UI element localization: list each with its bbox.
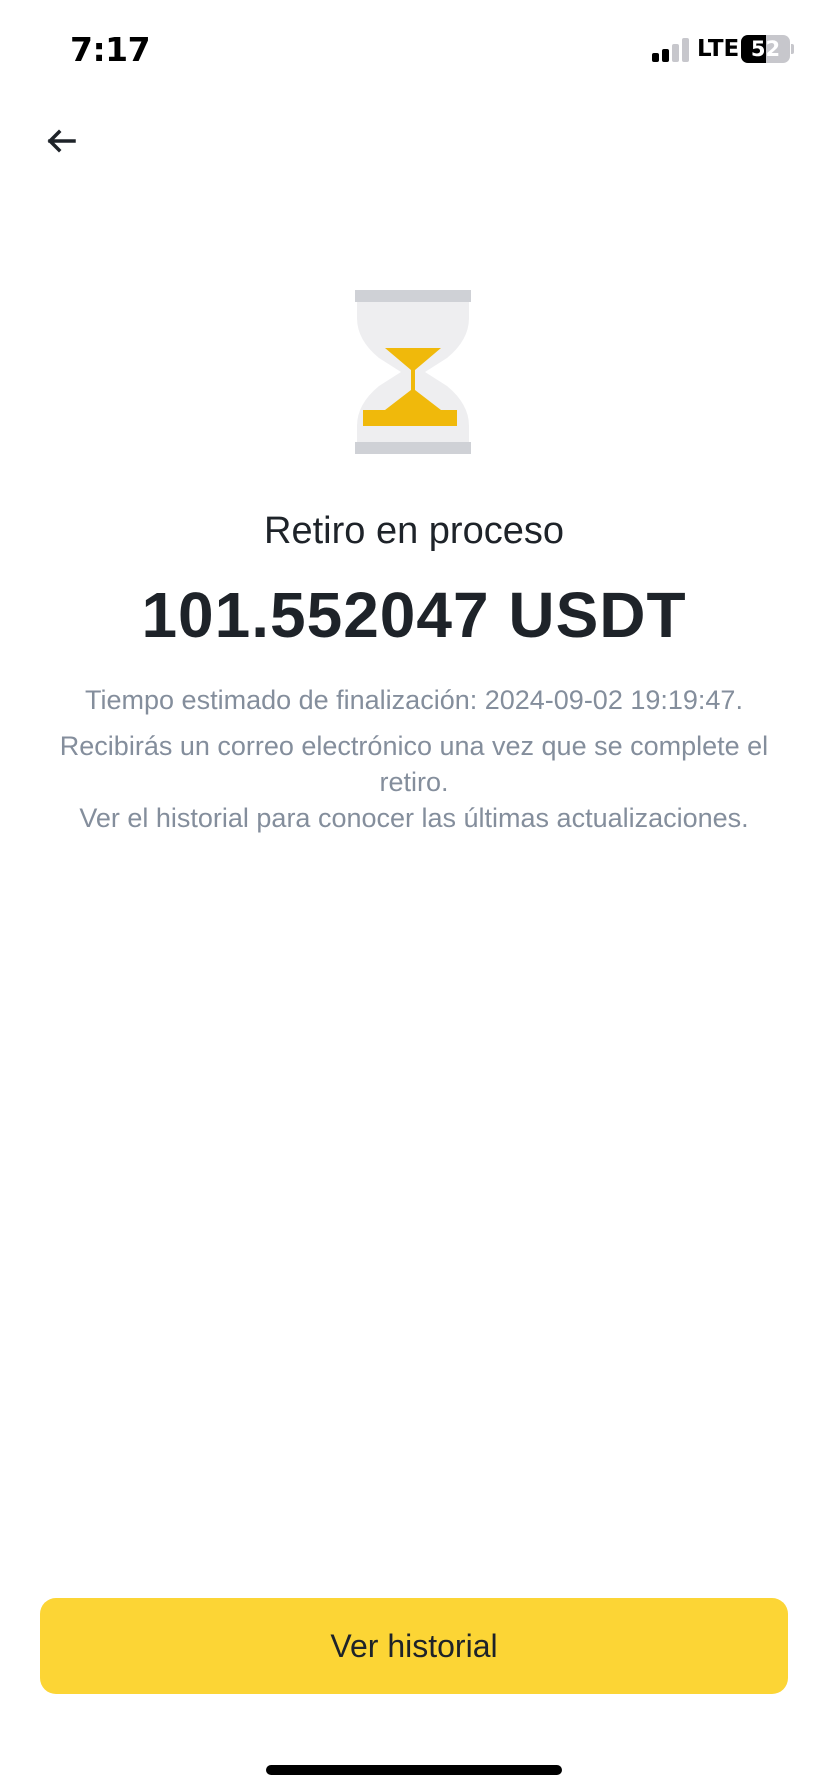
status-bar: 7:17 LTE 52 — [0, 0, 828, 100]
withdrawal-status-screen: 7:17 LTE 52 Retiro en proceso 101.552047… — [0, 0, 828, 1792]
arrow-left-icon — [47, 129, 76, 153]
home-indicator — [266, 1765, 562, 1775]
view-history-button[interactable]: Ver historial — [40, 1598, 788, 1694]
cellular-signal-icon — [652, 38, 690, 62]
hourglass-icon — [355, 290, 471, 454]
network-type: LTE — [697, 36, 740, 62]
info-text: Tiempo estimado de finalización: 2024-09… — [40, 682, 788, 836]
battery-icon: 52 — [741, 35, 790, 63]
withdrawal-amount: 101.552047 USDT — [141, 579, 687, 651]
email-notice: Recibirás un correo electrónico una vez … — [59, 731, 769, 797]
back-button[interactable] — [36, 116, 86, 166]
battery-nub — [791, 44, 794, 54]
history-notice: Ver el historial para conocer las última… — [79, 803, 749, 833]
estimated-completion-time: Tiempo estimado de finalización: 2024-09… — [85, 685, 743, 715]
status-time: 7:17 — [70, 30, 151, 69]
page-title: Retiro en proceso — [264, 510, 564, 552]
battery-level: 52 — [750, 37, 781, 61]
